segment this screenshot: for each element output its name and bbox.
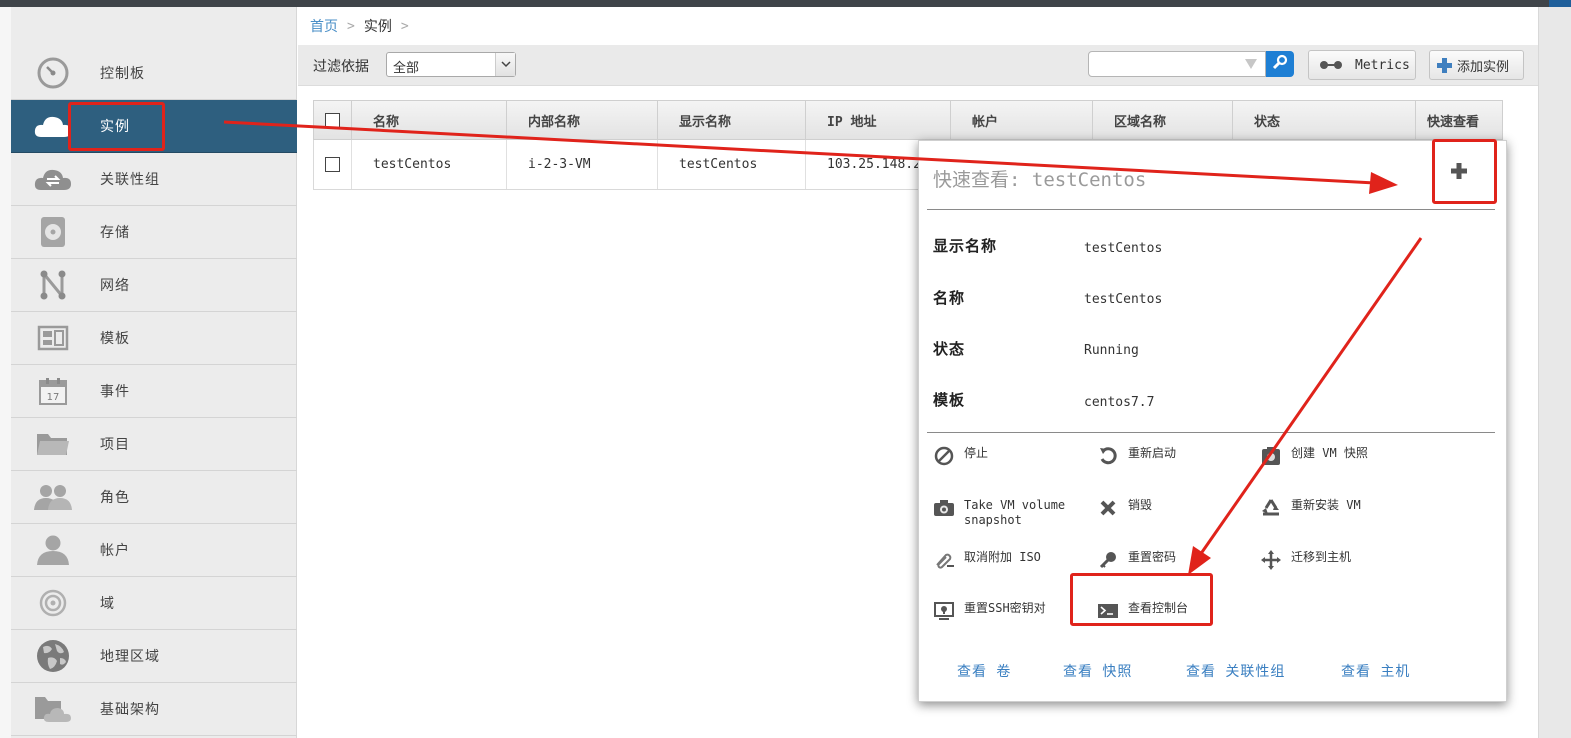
- annotation-arrow-line: [223, 120, 1376, 185]
- annotation-arrowhead: [1369, 172, 1398, 194]
- annotation-arrow-line: [1198, 237, 1423, 556]
- annotation-arrowhead: [1188, 546, 1211, 575]
- annotation-arrows: [223, 120, 1423, 575]
